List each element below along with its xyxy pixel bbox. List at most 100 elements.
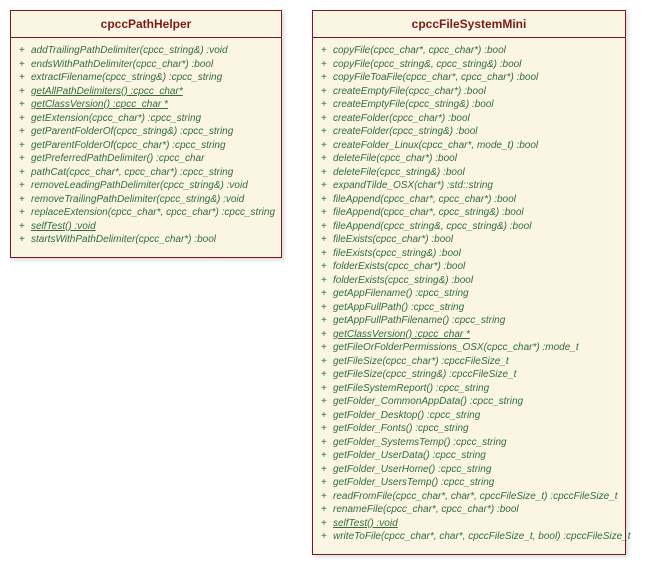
method-signature: getAppFullPath() :cpcc_string <box>333 301 464 315</box>
method-row: +expandTilde_OSX(char*) :std::string <box>321 179 617 193</box>
visibility-symbol: + <box>321 341 333 355</box>
visibility-symbol: + <box>321 328 333 342</box>
method-row: +getFolder_SystemsTemp() :cpcc_string <box>321 436 617 450</box>
method-signature: removeLeadingPathDelimiter(cpcc_string&)… <box>31 179 248 193</box>
visibility-symbol: + <box>321 58 333 72</box>
visibility-symbol: + <box>19 166 31 180</box>
method-row: +fileAppend(cpcc_char*, cpcc_char*) :boo… <box>321 193 617 207</box>
method-signature: getFolder_UserHome() :cpcc_string <box>333 463 491 477</box>
visibility-symbol: + <box>19 71 31 85</box>
method-row: +pathCat(cpcc_char*, cpcc_char*) :cpcc_s… <box>19 166 273 180</box>
method-signature: endsWithPathDelimiter(cpcc_char*) :bool <box>31 58 213 72</box>
method-row: +getFolder_CommonAppData() :cpcc_string <box>321 395 617 409</box>
visibility-symbol: + <box>321 436 333 450</box>
method-row: +selfTest() :void <box>19 220 273 234</box>
method-row: +copyFile(cpcc_string&, cpcc_string&) :b… <box>321 58 617 72</box>
class-header: cpccFileSystemMini <box>313 11 625 38</box>
method-row: +getAppFullPathFilename() :cpcc_string <box>321 314 617 328</box>
visibility-symbol: + <box>321 382 333 396</box>
method-signature: startsWithPathDelimiter(cpcc_char*) :boo… <box>31 233 216 247</box>
method-signature: getAppFullPathFilename() :cpcc_string <box>333 314 505 328</box>
method-signature: folderExists(cpcc_char*) :bool <box>333 260 465 274</box>
method-row: +getFolder_Fonts() :cpcc_string <box>321 422 617 436</box>
visibility-symbol: + <box>321 301 333 315</box>
method-row: +getAllPathDelimiters() :cpcc_char* <box>19 85 273 99</box>
method-signature: folderExists(cpcc_string&) :bool <box>333 274 473 288</box>
visibility-symbol: + <box>321 233 333 247</box>
visibility-symbol: + <box>321 490 333 504</box>
method-row: +getFolder_UserHome() :cpcc_string <box>321 463 617 477</box>
method-row: +deleteFile(cpcc_string&) :bool <box>321 166 617 180</box>
method-row: +extractFilename(cpcc_string&) :cpcc_str… <box>19 71 273 85</box>
method-signature: extractFilename(cpcc_string&) :cpcc_stri… <box>31 71 222 85</box>
method-signature: getParentFolderOf(cpcc_string&) :cpcc_st… <box>31 125 233 139</box>
method-signature: getExtension(cpcc_char*) :cpcc_string <box>31 112 201 126</box>
method-signature: getFolder_UserData() :cpcc_string <box>333 449 486 463</box>
method-signature: createEmptyFile(cpcc_char*) :bool <box>333 85 486 99</box>
method-row: +getExtension(cpcc_char*) :cpcc_string <box>19 112 273 126</box>
visibility-symbol: + <box>321 314 333 328</box>
method-row: +createFolder(cpcc_char*) :bool <box>321 112 617 126</box>
method-signature: getAppFilename() :cpcc_string <box>333 287 469 301</box>
method-row: +removeTrailingPathDelimiter(cpcc_string… <box>19 193 273 207</box>
method-row: +getAppFilename() :cpcc_string <box>321 287 617 301</box>
method-signature: getFolder_Desktop() :cpcc_string <box>333 409 480 423</box>
method-list: +addTrailingPathDelimiter(cpcc_string&) … <box>11 38 281 257</box>
visibility-symbol: + <box>19 44 31 58</box>
method-row: +fileExists(cpcc_string&) :bool <box>321 247 617 261</box>
method-row: +getFileOrFolderPermissions_OSX(cpcc_cha… <box>321 341 617 355</box>
method-row: +endsWithPathDelimiter(cpcc_char*) :bool <box>19 58 273 72</box>
method-row: +getFileSystemReport() :cpcc_string <box>321 382 617 396</box>
method-row: +replaceExtension(cpcc_char*, cpcc_char*… <box>19 206 273 220</box>
method-signature: deleteFile(cpcc_char*) :bool <box>333 152 457 166</box>
method-signature: writeToFile(cpcc_char*, char*, cpccFileS… <box>333 530 631 544</box>
visibility-symbol: + <box>321 125 333 139</box>
method-signature: getFolder_CommonAppData() :cpcc_string <box>333 395 523 409</box>
method-row: +getFolder_UsersTemp() :cpcc_string <box>321 476 617 490</box>
method-row: +createEmptyFile(cpcc_string&) :bool <box>321 98 617 112</box>
method-row: +fileAppend(cpcc_string&, cpcc_string&) … <box>321 220 617 234</box>
method-row: +addTrailingPathDelimiter(cpcc_string&) … <box>19 44 273 58</box>
method-signature: getClassVersion() :cpcc_char * <box>31 98 168 112</box>
method-row: +readFromFile(cpcc_char*, char*, cpccFil… <box>321 490 617 504</box>
method-row: +deleteFile(cpcc_char*) :bool <box>321 152 617 166</box>
visibility-symbol: + <box>19 220 31 234</box>
visibility-symbol: + <box>321 517 333 531</box>
visibility-symbol: + <box>321 247 333 261</box>
method-signature: getFolder_UsersTemp() :cpcc_string <box>333 476 494 490</box>
visibility-symbol: + <box>19 152 31 166</box>
visibility-symbol: + <box>19 112 31 126</box>
method-signature: pathCat(cpcc_char*, cpcc_char*) :cpcc_st… <box>31 166 233 180</box>
visibility-symbol: + <box>19 58 31 72</box>
method-signature: getFileSize(cpcc_char*) :cpccFileSize_t <box>333 355 509 369</box>
method-signature: getClassVersion() :cpcc_char * <box>333 328 470 342</box>
class-header: cpccPathHelper <box>11 11 281 38</box>
method-signature: deleteFile(cpcc_string&) :bool <box>333 166 465 180</box>
method-signature: addTrailingPathDelimiter(cpcc_string&) :… <box>31 44 228 58</box>
method-signature: fileExists(cpcc_char*) :bool <box>333 233 453 247</box>
method-row: +getClassVersion() :cpcc_char * <box>19 98 273 112</box>
method-signature: getFolder_Fonts() :cpcc_string <box>333 422 469 436</box>
method-signature: fileAppend(cpcc_char*, cpcc_char*) :bool <box>333 193 516 207</box>
visibility-symbol: + <box>321 476 333 490</box>
visibility-symbol: + <box>19 233 31 247</box>
method-signature: expandTilde_OSX(char*) :std::string <box>333 179 493 193</box>
method-signature: fileAppend(cpcc_char*, cpcc_string&) :bo… <box>333 206 524 220</box>
method-signature: getParentFolderOf(cpcc_char*) :cpcc_stri… <box>31 139 226 153</box>
method-signature: renameFile(cpcc_char*, cpcc_char*) :bool <box>333 503 519 517</box>
method-row: +startsWithPathDelimiter(cpcc_char*) :bo… <box>19 233 273 247</box>
class-box-cpccfilesystemmini: cpccFileSystemMini +copyFile(cpcc_char*,… <box>312 10 626 555</box>
visibility-symbol: + <box>321 274 333 288</box>
class-diagram: cpccPathHelper +addTrailingPathDelimiter… <box>10 10 640 555</box>
method-signature: createFolder_Linux(cpcc_char*, mode_t) :… <box>333 139 538 153</box>
visibility-symbol: + <box>19 125 31 139</box>
method-signature: createEmptyFile(cpcc_string&) :bool <box>333 98 494 112</box>
method-signature: fileAppend(cpcc_string&, cpcc_string&) :… <box>333 220 531 234</box>
method-row: +getFileSize(cpcc_char*) :cpccFileSize_t <box>321 355 617 369</box>
visibility-symbol: + <box>19 193 31 207</box>
visibility-symbol: + <box>321 112 333 126</box>
method-signature: replaceExtension(cpcc_char*, cpcc_char*)… <box>31 206 275 220</box>
method-signature: readFromFile(cpcc_char*, char*, cpccFile… <box>333 490 618 504</box>
method-signature: createFolder(cpcc_string&) :bool <box>333 125 478 139</box>
method-row: +getPreferredPathDelimiter() :cpcc_char <box>19 152 273 166</box>
